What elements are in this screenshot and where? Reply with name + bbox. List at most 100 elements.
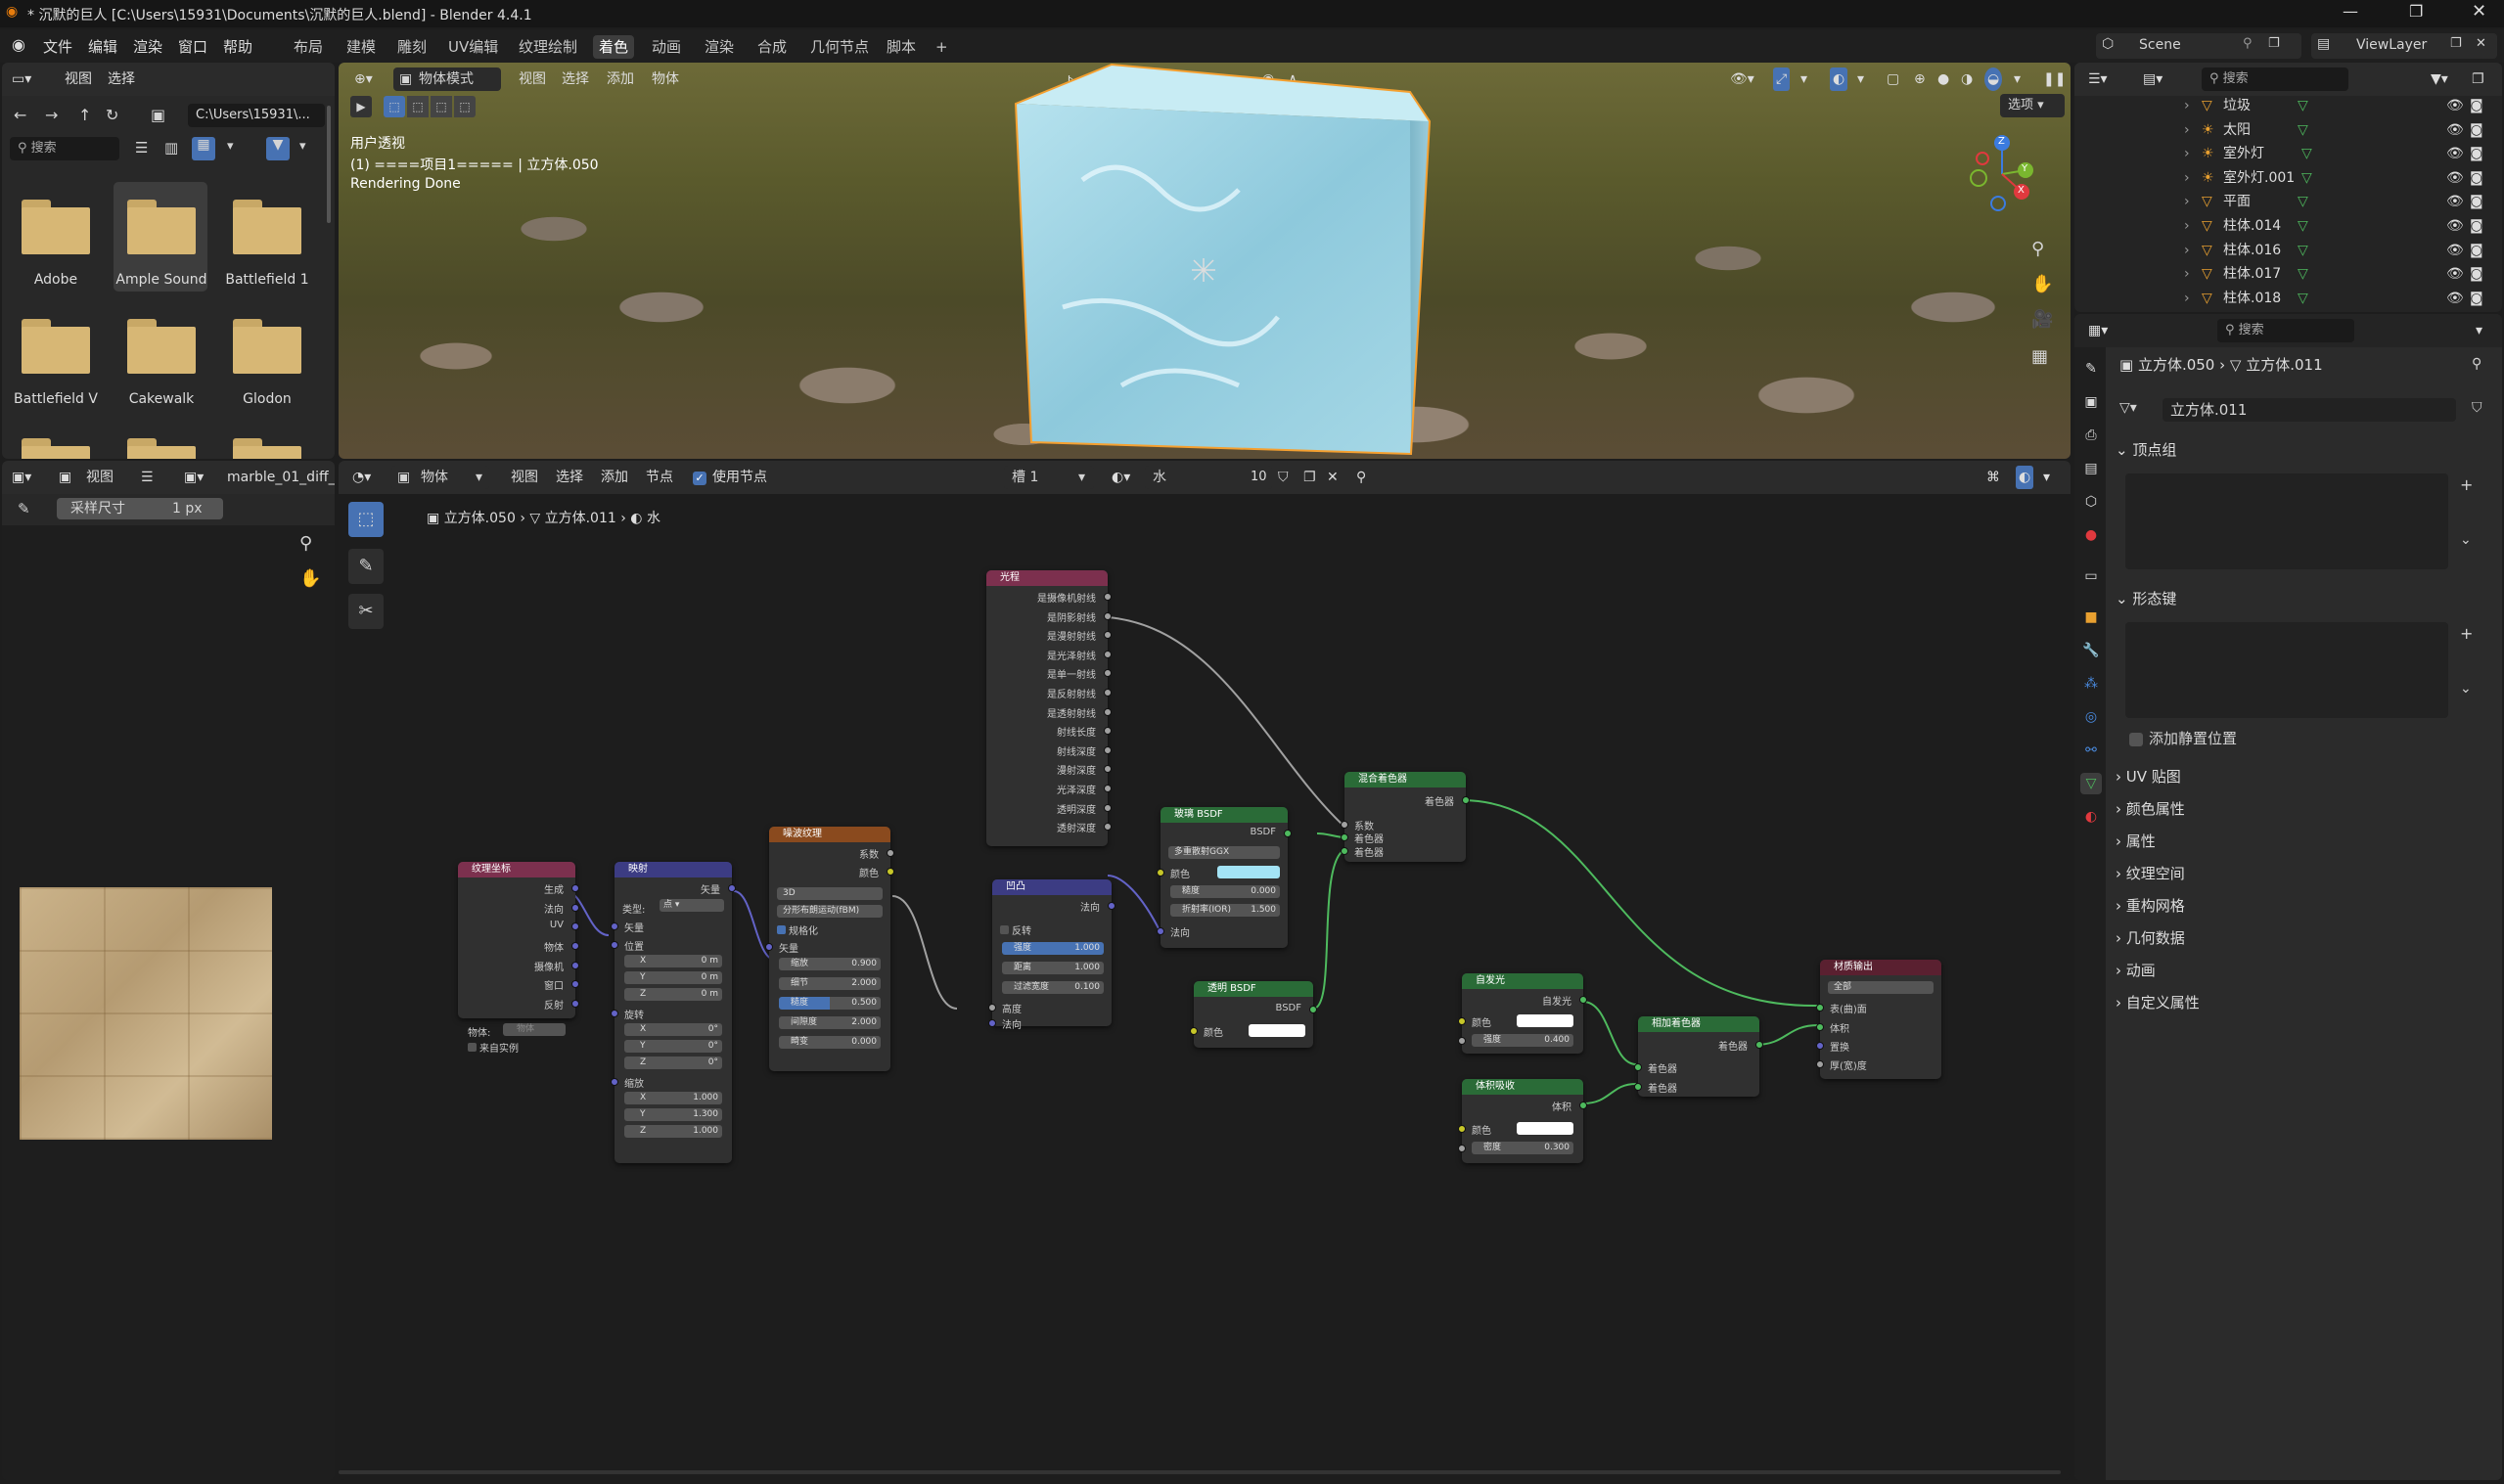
minimize-icon[interactable]: —: [2343, 2, 2358, 21]
pan-view-icon[interactable]: ✋: [2031, 274, 2053, 294]
socket[interactable]: [1157, 927, 1164, 935]
ortho-toggle-icon[interactable]: ▦: [2031, 346, 2048, 367]
light-path-node[interactable]: 光程 是摄像机射线 是阴影射线 是漫射射线 是光泽射线 是单一射线 是反射射线 是透射射线射…: [986, 570, 1112, 846]
lacunarity-field[interactable]: 间隙度 2.000: [779, 1016, 881, 1029]
file-view-menu[interactable]: 视图: [65, 67, 92, 91]
scale-field[interactable]: 缩放 0.900: [779, 958, 881, 970]
texture-coordinate-node[interactable]: 纹理坐标 生成 法向 UV 物体 摄像机 窗口 反射: [458, 862, 579, 1018]
loc-x-field[interactable]: X 0 m: [624, 955, 722, 967]
object-tab-icon[interactable]: ■: [2080, 607, 2102, 628]
image-browse-icon[interactable]: ▣▾: [184, 466, 204, 489]
folder-icon[interactable]: [127, 438, 196, 459]
loc-y-field[interactable]: Y 0 m: [624, 971, 722, 984]
socket[interactable]: [611, 941, 618, 949]
node-editor-panel[interactable]: ◔▾ ▣ 物体 ▾ 视图 选择 添加 节点 ✓ 使用节点 槽 1 ▾ ◐▾ 水 …: [339, 461, 2071, 1480]
socket[interactable]: [1104, 803, 1112, 812]
outliner-item[interactable]: › ▽ 柱体.018 ▽ 👁 ◙: [2074, 287, 2502, 311]
eye-icon[interactable]: 👁: [2446, 118, 2464, 143]
camera-icon[interactable]: ◙: [2470, 214, 2483, 239]
refresh-icon[interactable]: ↻: [106, 106, 118, 124]
output-tab-icon[interactable]: ⎙: [2080, 425, 2102, 446]
rot-y-field[interactable]: Y 0°: [624, 1040, 722, 1053]
socket[interactable]: [1579, 1102, 1587, 1109]
scene-tab-icon[interactable]: ⬡: [2080, 491, 2102, 513]
socket[interactable]: [1816, 1004, 1824, 1012]
eye-icon[interactable]: 👁: [2446, 190, 2464, 214]
tab-uv-editing[interactable]: UV编辑: [442, 35, 504, 59]
pin-icon[interactable]: ⚲: [2472, 356, 2481, 372]
horizontal-scrollbar[interactable]: [339, 1470, 2061, 1474]
socket[interactable]: [1579, 996, 1587, 1004]
socket[interactable]: [571, 962, 579, 969]
sample-size-field[interactable]: 采样尺寸 1 px: [57, 498, 223, 519]
menu-help[interactable]: 帮助: [223, 35, 252, 59]
tool-tab-icon[interactable]: ✎: [2080, 358, 2102, 380]
new-scene-icon[interactable]: ❐: [2268, 36, 2280, 51]
folder-label[interactable]: Ample Sound: [108, 272, 215, 288]
fake-user-icon[interactable]: ⛉: [2472, 400, 2482, 416]
camera-icon[interactable]: ◙: [2470, 166, 2483, 191]
physics-tab-icon[interactable]: ◎: [2080, 706, 2102, 728]
display-horizontal-icon[interactable]: ▥: [164, 139, 178, 157]
material-output-node[interactable]: 材质输出 全部 表(曲)面 体积 置换 厚(宽)度: [1816, 960, 1941, 1079]
distortion-field[interactable]: 畸变 0.000: [779, 1036, 881, 1049]
socket[interactable]: [1634, 1063, 1642, 1071]
distribution-dropdown[interactable]: 多重散射GGX: [1168, 846, 1280, 859]
forward-icon[interactable]: →: [45, 106, 58, 124]
options-dropdown-icon[interactable]: ▾: [2476, 319, 2482, 342]
sort-dropdown-icon[interactable]: ▾: [227, 139, 234, 154]
socket[interactable]: [571, 942, 579, 950]
folder-icon[interactable]: [22, 438, 90, 459]
folder-icon[interactable]: [127, 200, 196, 254]
camera-icon[interactable]: ◙: [2470, 142, 2483, 166]
tab-geometry-nodes[interactable]: 几何节点: [804, 35, 875, 59]
folder-label[interactable]: Adobe: [2, 272, 110, 288]
editor-type-icon[interactable]: ▦▾: [2088, 319, 2108, 342]
socket[interactable]: [571, 1000, 579, 1008]
volume-absorption-node[interactable]: 体积吸收 体积 颜色 密度 0.300: [1458, 1079, 1587, 1163]
expand-arrow-icon[interactable]: ›: [2184, 118, 2190, 143]
camera-icon[interactable]: ◙: [2470, 94, 2483, 118]
socket[interactable]: [1157, 869, 1164, 877]
expand-arrow-icon[interactable]: ›: [2184, 142, 2190, 166]
camera-icon[interactable]: ◙: [2470, 190, 2483, 214]
editor-type-icon[interactable]: ☰▾: [2088, 67, 2108, 91]
new-viewlayer-icon[interactable]: ❐: [2450, 36, 2462, 51]
filter-icon[interactable]: ▼: [266, 137, 290, 160]
navigation-gizmo[interactable]: Z Y X: [1963, 135, 2041, 213]
section-texture-space[interactable]: › 纹理空间: [2116, 860, 2487, 887]
viewlayer-selector[interactable]: ▤ ViewLayer ❐ ✕: [2311, 33, 2497, 59]
folder-icon[interactable]: [22, 200, 90, 254]
section-animation[interactable]: › 动画: [2116, 957, 2487, 984]
maximize-icon[interactable]: ❐: [2409, 2, 2423, 21]
render-tab-icon[interactable]: ▣: [2080, 391, 2102, 413]
detail-field[interactable]: 细节 2.000: [779, 977, 881, 990]
section-geometry-data[interactable]: › 几何数据: [2116, 924, 2487, 952]
density-field[interactable]: 密度 0.300: [1472, 1142, 1573, 1154]
socket[interactable]: [1104, 689, 1112, 697]
rot-x-field[interactable]: X 0°: [624, 1023, 722, 1036]
mesh-browse-icon[interactable]: ▽▾: [2119, 400, 2137, 416]
folder-label[interactable]: Battlefield 1: [213, 272, 321, 288]
expand-arrow-icon[interactable]: ›: [2184, 287, 2190, 311]
object-field[interactable]: 物体: [503, 1023, 566, 1036]
emission-node[interactable]: 自发光 自发光 颜色 强度 0.400: [1458, 973, 1587, 1054]
options-dropdown[interactable]: 选项 ▾: [2000, 94, 2065, 117]
distance-field[interactable]: 距离 1.000: [1002, 962, 1104, 974]
rot-z-field[interactable]: Z 0°: [624, 1057, 722, 1069]
socket[interactable]: [1816, 1023, 1824, 1031]
tab-shading[interactable]: 着色: [593, 35, 635, 59]
socket[interactable]: [611, 1010, 618, 1017]
constraints-tab-icon[interactable]: ⚯: [2080, 740, 2102, 761]
display-mode-icon[interactable]: ▤▾: [2143, 67, 2163, 91]
filter-icon[interactable]: ▼▾: [2431, 67, 2448, 91]
scale-x-field[interactable]: X 1.000: [624, 1092, 722, 1104]
mesh-name-field[interactable]: 立方体.011: [2163, 398, 2456, 422]
socket[interactable]: [1341, 821, 1348, 829]
section-attributes[interactable]: › 属性: [2116, 828, 2487, 855]
transparent-color-swatch[interactable]: [1249, 1024, 1305, 1037]
socket[interactable]: [1104, 745, 1112, 754]
socket[interactable]: [988, 1019, 996, 1027]
outliner-item[interactable]: › ▽ 平面 ▽ 👁 ◙: [2074, 190, 2502, 214]
socket[interactable]: [728, 884, 736, 892]
